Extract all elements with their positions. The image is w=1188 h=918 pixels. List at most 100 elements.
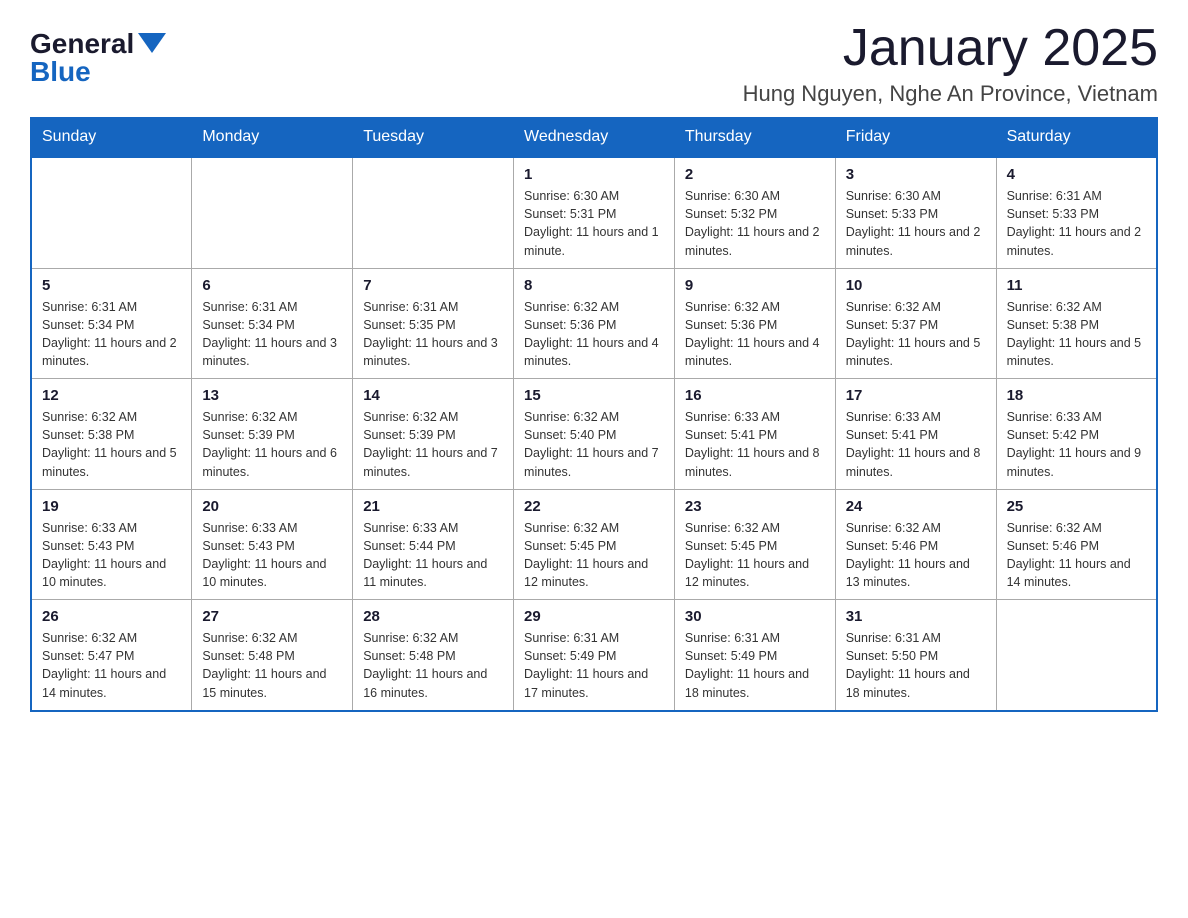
- calendar-cell: 31 Sunrise: 6:31 AM Sunset: 5:50 PM Dayli…: [835, 600, 996, 711]
- day-number: 25: [1007, 498, 1146, 515]
- calendar-cell: 19 Sunrise: 6:33 AM Sunset: 5:43 PM Dayli…: [31, 489, 192, 600]
- day-number: 7: [363, 277, 503, 294]
- day-info: Sunrise: 6:32 AM Sunset: 5:45 PM Dayligh…: [524, 519, 664, 592]
- day-number: 28: [363, 608, 503, 625]
- day-number: 18: [1007, 387, 1146, 404]
- calendar-table: SundayMondayTuesdayWednesdayThursdayFrid…: [30, 117, 1158, 712]
- day-info: Sunrise: 6:32 AM Sunset: 5:38 PM Dayligh…: [1007, 298, 1146, 371]
- calendar-cell: [353, 157, 514, 268]
- logo-general-text: General: [30, 30, 134, 58]
- day-number: 6: [202, 277, 342, 294]
- day-info: Sunrise: 6:32 AM Sunset: 5:40 PM Dayligh…: [524, 408, 664, 481]
- calendar-cell: 1 Sunrise: 6:30 AM Sunset: 5:31 PM Daylig…: [514, 157, 675, 268]
- calendar-cell: 26 Sunrise: 6:32 AM Sunset: 5:47 PM Dayli…: [31, 600, 192, 711]
- column-header-wednesday: Wednesday: [514, 118, 675, 158]
- day-info: Sunrise: 6:31 AM Sunset: 5:33 PM Dayligh…: [1007, 187, 1146, 260]
- day-number: 30: [685, 608, 825, 625]
- month-title: January 2025: [743, 20, 1158, 77]
- day-number: 17: [846, 387, 986, 404]
- day-number: 19: [42, 498, 181, 515]
- day-info: Sunrise: 6:32 AM Sunset: 5:39 PM Dayligh…: [363, 408, 503, 481]
- logo-blue-text: Blue: [30, 58, 91, 86]
- day-number: 5: [42, 277, 181, 294]
- calendar-cell: 11 Sunrise: 6:32 AM Sunset: 5:38 PM Dayli…: [996, 268, 1157, 379]
- calendar-cell: 10 Sunrise: 6:32 AM Sunset: 5:37 PM Dayli…: [835, 268, 996, 379]
- calendar-cell: [192, 157, 353, 268]
- column-header-thursday: Thursday: [674, 118, 835, 158]
- day-number: 13: [202, 387, 342, 404]
- day-number: 14: [363, 387, 503, 404]
- day-number: 24: [846, 498, 986, 515]
- day-info: Sunrise: 6:32 AM Sunset: 5:45 PM Dayligh…: [685, 519, 825, 592]
- calendar-cell: 30 Sunrise: 6:31 AM Sunset: 5:49 PM Dayli…: [674, 600, 835, 711]
- day-info: Sunrise: 6:33 AM Sunset: 5:41 PM Dayligh…: [685, 408, 825, 481]
- calendar-cell: 2Sunrise: 6:30 AM Sunset: 5:32 PM Daylig…: [674, 157, 835, 268]
- day-number: 12: [42, 387, 181, 404]
- calendar-cell: 17Sunrise: 6:33 AM Sunset: 5:41 PM Dayli…: [835, 379, 996, 490]
- day-number: 11: [1007, 277, 1146, 294]
- day-info: Sunrise: 6:31 AM Sunset: 5:50 PM Dayligh…: [846, 629, 986, 702]
- day-number: 4: [1007, 166, 1146, 183]
- column-header-friday: Friday: [835, 118, 996, 158]
- day-info: Sunrise: 6:31 AM Sunset: 5:49 PM Dayligh…: [685, 629, 825, 702]
- day-number: 27: [202, 608, 342, 625]
- header-row: SundayMondayTuesdayWednesdayThursdayFrid…: [31, 118, 1157, 158]
- day-number: 20: [202, 498, 342, 515]
- week-row-2: 5 Sunrise: 6:31 AM Sunset: 5:34 PM Daylig…: [31, 268, 1157, 379]
- week-row-4: 19 Sunrise: 6:33 AM Sunset: 5:43 PM Dayli…: [31, 489, 1157, 600]
- calendar-cell: 24 Sunrise: 6:32 AM Sunset: 5:46 PM Dayli…: [835, 489, 996, 600]
- calendar-cell: 6Sunrise: 6:31 AM Sunset: 5:34 PM Daylig…: [192, 268, 353, 379]
- day-info: Sunrise: 6:33 AM Sunset: 5:42 PM Dayligh…: [1007, 408, 1146, 481]
- week-row-3: 12 Sunrise: 6:32 AM Sunset: 5:38 PM Dayli…: [31, 379, 1157, 490]
- day-info: Sunrise: 6:30 AM Sunset: 5:31 PM Dayligh…: [524, 187, 664, 260]
- day-info: Sunrise: 6:31 AM Sunset: 5:35 PM Dayligh…: [363, 298, 503, 371]
- day-info: Sunrise: 6:33 AM Sunset: 5:44 PM Dayligh…: [363, 519, 503, 592]
- logo-triangle-icon: [138, 33, 166, 53]
- calendar-cell: 8Sunrise: 6:32 AM Sunset: 5:36 PM Daylig…: [514, 268, 675, 379]
- title-area: January 2025 Hung Nguyen, Nghe An Provin…: [743, 20, 1158, 107]
- calendar-cell: [996, 600, 1157, 711]
- day-info: Sunrise: 6:32 AM Sunset: 5:37 PM Dayligh…: [846, 298, 986, 371]
- column-header-sunday: Sunday: [31, 118, 192, 158]
- calendar-cell: 27 Sunrise: 6:32 AM Sunset: 5:48 PM Dayli…: [192, 600, 353, 711]
- day-number: 1: [524, 166, 664, 183]
- day-number: 26: [42, 608, 181, 625]
- calendar-body: 1 Sunrise: 6:30 AM Sunset: 5:31 PM Daylig…: [31, 157, 1157, 711]
- calendar-cell: 5 Sunrise: 6:31 AM Sunset: 5:34 PM Daylig…: [31, 268, 192, 379]
- day-info: Sunrise: 6:32 AM Sunset: 5:46 PM Dayligh…: [1007, 519, 1146, 592]
- day-info: Sunrise: 6:30 AM Sunset: 5:33 PM Dayligh…: [846, 187, 986, 260]
- calendar-cell: 22 Sunrise: 6:32 AM Sunset: 5:45 PM Dayli…: [514, 489, 675, 600]
- calendar-cell: 12 Sunrise: 6:32 AM Sunset: 5:38 PM Dayli…: [31, 379, 192, 490]
- day-number: 8: [524, 277, 664, 294]
- day-number: 16: [685, 387, 825, 404]
- day-number: 31: [846, 608, 986, 625]
- column-header-tuesday: Tuesday: [353, 118, 514, 158]
- calendar-cell: 23Sunrise: 6:32 AM Sunset: 5:45 PM Dayli…: [674, 489, 835, 600]
- day-info: Sunrise: 6:31 AM Sunset: 5:49 PM Dayligh…: [524, 629, 664, 702]
- day-info: Sunrise: 6:32 AM Sunset: 5:38 PM Dayligh…: [42, 408, 181, 481]
- day-info: Sunrise: 6:32 AM Sunset: 5:48 PM Dayligh…: [363, 629, 503, 702]
- day-number: 9: [685, 277, 825, 294]
- day-info: Sunrise: 6:33 AM Sunset: 5:43 PM Dayligh…: [202, 519, 342, 592]
- week-row-1: 1 Sunrise: 6:30 AM Sunset: 5:31 PM Daylig…: [31, 157, 1157, 268]
- header: General Blue January 2025 Hung Nguyen, N…: [30, 20, 1158, 107]
- day-number: 2: [685, 166, 825, 183]
- day-info: Sunrise: 6:32 AM Sunset: 5:48 PM Dayligh…: [202, 629, 342, 702]
- calendar-cell: 21Sunrise: 6:33 AM Sunset: 5:44 PM Dayli…: [353, 489, 514, 600]
- calendar-cell: 18 Sunrise: 6:33 AM Sunset: 5:42 PM Dayli…: [996, 379, 1157, 490]
- day-info: Sunrise: 6:33 AM Sunset: 5:43 PM Dayligh…: [42, 519, 181, 592]
- calendar-cell: [31, 157, 192, 268]
- calendar-cell: 16 Sunrise: 6:33 AM Sunset: 5:41 PM Dayli…: [674, 379, 835, 490]
- calendar-header: SundayMondayTuesdayWednesdayThursdayFrid…: [31, 118, 1157, 158]
- calendar-cell: 28 Sunrise: 6:32 AM Sunset: 5:48 PM Dayli…: [353, 600, 514, 711]
- week-row-5: 26 Sunrise: 6:32 AM Sunset: 5:47 PM Dayli…: [31, 600, 1157, 711]
- calendar-cell: 15Sunrise: 6:32 AM Sunset: 5:40 PM Dayli…: [514, 379, 675, 490]
- day-number: 22: [524, 498, 664, 515]
- day-number: 29: [524, 608, 664, 625]
- location-title: Hung Nguyen, Nghe An Province, Vietnam: [743, 81, 1158, 107]
- day-info: Sunrise: 6:31 AM Sunset: 5:34 PM Dayligh…: [42, 298, 181, 371]
- day-number: 10: [846, 277, 986, 294]
- day-info: Sunrise: 6:32 AM Sunset: 5:46 PM Dayligh…: [846, 519, 986, 592]
- day-info: Sunrise: 6:32 AM Sunset: 5:47 PM Dayligh…: [42, 629, 181, 702]
- calendar-cell: 14 Sunrise: 6:32 AM Sunset: 5:39 PM Dayli…: [353, 379, 514, 490]
